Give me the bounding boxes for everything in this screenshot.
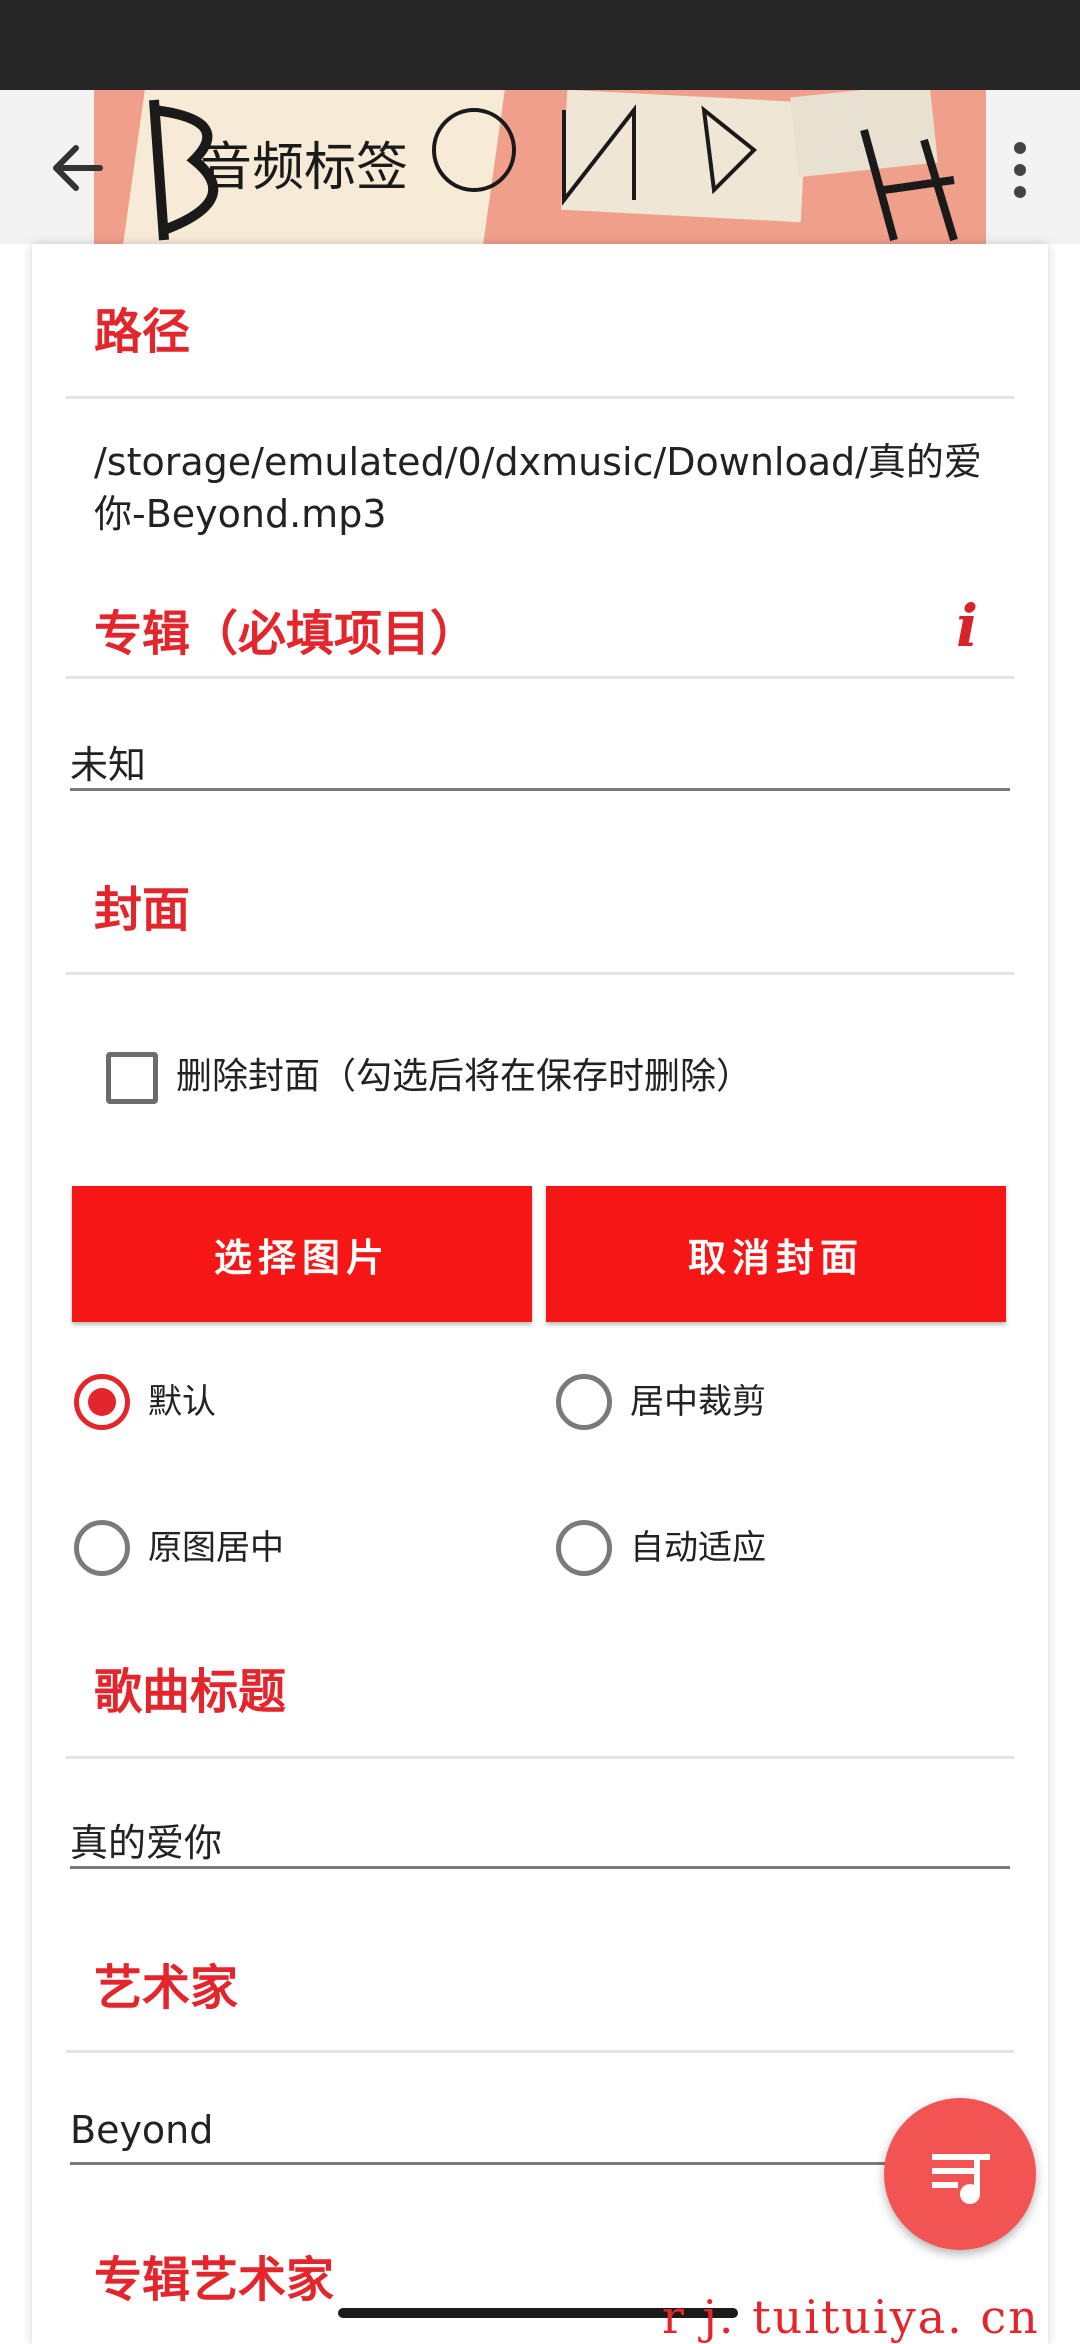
divider bbox=[66, 972, 1014, 975]
divider bbox=[66, 1756, 1014, 1759]
album-artist-section-title: 专辑艺术家 bbox=[94, 2252, 335, 2308]
cover-section-title: 封面 bbox=[94, 882, 191, 938]
artist-input[interactable]: Beyond bbox=[70, 2108, 213, 2152]
playlist-music-icon bbox=[932, 2154, 990, 2204]
divider bbox=[66, 2050, 1014, 2053]
playlist-fab-button[interactable] bbox=[884, 2098, 1036, 2250]
radio-original-center-label: 原图居中 bbox=[148, 1528, 284, 1568]
artist-section-title: 艺术家 bbox=[94, 1960, 239, 2016]
delete-cover-label: 删除封面（勾选后将在保存时删除） bbox=[176, 1056, 753, 1097]
artist-input-underline bbox=[70, 2162, 890, 2165]
album-input-underline bbox=[70, 788, 1010, 791]
select-image-button[interactable]: 选择图片 bbox=[72, 1186, 532, 1322]
status-bar bbox=[0, 0, 1080, 90]
radio-original-center[interactable] bbox=[74, 1520, 130, 1576]
delete-cover-checkbox[interactable] bbox=[106, 1052, 158, 1104]
page-title: 音频标签 bbox=[200, 138, 409, 198]
back-button[interactable] bbox=[40, 130, 116, 206]
song-title-section-title: 歌曲标题 bbox=[94, 1664, 287, 1720]
watermark-text: r j. tuituiya. cn bbox=[662, 2290, 1040, 2344]
radio-default-label: 默认 bbox=[148, 1382, 216, 1422]
radio-auto-fit-label: 自动适应 bbox=[630, 1528, 766, 1568]
radio-auto-fit[interactable] bbox=[556, 1520, 612, 1576]
song-title-input[interactable]: 真的爱你 bbox=[70, 1812, 222, 1867]
cancel-cover-button[interactable]: 取消封面 bbox=[546, 1186, 1006, 1322]
radio-center-crop[interactable] bbox=[556, 1374, 612, 1430]
info-icon[interactable]: i bbox=[956, 592, 978, 660]
divider bbox=[66, 676, 1014, 679]
album-input[interactable]: 未知 bbox=[70, 734, 146, 789]
overflow-menu-button[interactable] bbox=[1000, 132, 1040, 208]
arrow-back-icon bbox=[53, 145, 103, 191]
file-path-text: /storage/emulated/0/dxmusic/Download/真的爱… bbox=[94, 440, 982, 536]
radio-center-crop-label: 居中裁剪 bbox=[630, 1382, 766, 1422]
path-section-title: 路径 bbox=[94, 304, 191, 360]
song-title-input-underline bbox=[70, 1866, 1010, 1869]
divider bbox=[66, 396, 1014, 399]
radio-default[interactable] bbox=[74, 1374, 130, 1430]
album-section-title: 专辑（必填项目） bbox=[94, 606, 479, 662]
more-vert-icon bbox=[1014, 142, 1026, 198]
